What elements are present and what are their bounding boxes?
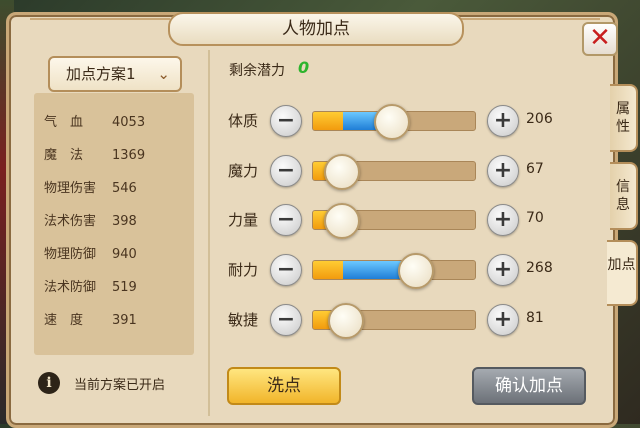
column-divider (208, 50, 210, 416)
stat-row: 物理伤害 546 (44, 177, 137, 196)
plan-status-text: 当前方案已开启 (74, 378, 166, 393)
stat-value: 391 (112, 313, 137, 328)
plan-status-bar: i 当前方案已开启 (34, 368, 204, 400)
slider-handle[interactable] (398, 253, 434, 289)
attribute-value: 67 (526, 161, 544, 177)
stat-label: 物理伤害 (44, 181, 97, 196)
plus-button[interactable]: + (487, 155, 519, 187)
close-icon[interactable]: ✕ (589, 23, 611, 53)
attribute-name: 魔力 (228, 162, 259, 180)
slider-fill-base (313, 112, 343, 130)
stat-value: 398 (112, 214, 137, 229)
stat-row: 魔 法 1369 (44, 144, 145, 163)
attribute-value: 81 (526, 310, 544, 326)
title-ornament-right (460, 18, 600, 30)
stat-label: 气 血 (44, 115, 84, 130)
minus-button[interactable]: − (270, 155, 302, 187)
tab-attributes[interactable]: 属性 (610, 84, 638, 152)
slider-handle[interactable] (374, 104, 410, 140)
slider-handle[interactable] (324, 154, 360, 190)
attribute-value: 268 (526, 260, 553, 276)
stat-label: 法术伤害 (44, 214, 97, 229)
stats-panel: 气 血 4053 魔 法 1369 物理伤害 546 法术伤害 398 物理防御 940 … (34, 93, 194, 355)
stat-value: 4053 (112, 115, 146, 130)
attribute-name: 力量 (228, 211, 259, 229)
plus-button[interactable]: + (487, 254, 519, 286)
stat-value: 519 (112, 280, 137, 295)
stat-row: 物理防御 940 (44, 243, 137, 262)
attribute-name: 敏捷 (228, 311, 259, 329)
reset-points-button[interactable]: 洗点 (227, 367, 341, 405)
remaining-points-label: 剩余潜力 (229, 63, 285, 79)
attribute-value: 70 (526, 210, 544, 226)
minus-button[interactable]: − (270, 304, 302, 336)
stat-label: 物理防御 (44, 247, 97, 262)
attribute-value: 206 (526, 111, 553, 127)
stat-row: 法术伤害 398 (44, 210, 137, 229)
stat-value: 1369 (112, 148, 146, 163)
plus-button[interactable]: + (487, 304, 519, 336)
stat-row: 气 血 4053 (44, 111, 145, 130)
attribute-name: 耐力 (228, 261, 259, 279)
tab-info[interactable]: 信息 (610, 162, 638, 230)
minus-button[interactable]: − (270, 254, 302, 286)
attribute-name: 体质 (228, 112, 259, 130)
plus-button[interactable]: + (487, 105, 519, 137)
stat-label: 魔 法 (44, 148, 84, 163)
stat-label: 法术防御 (44, 280, 97, 295)
close-button[interactable]: ✕ (582, 22, 618, 56)
slider-fill-base (313, 261, 343, 279)
window-title: 人物加点 (168, 12, 464, 46)
chevron-down-icon: ⌄ (157, 65, 170, 83)
title-ornament-left (30, 18, 170, 30)
slider-handle[interactable] (324, 203, 360, 239)
info-icon[interactable]: i (38, 372, 60, 394)
minus-button[interactable]: − (270, 105, 302, 137)
plus-button[interactable]: + (487, 204, 519, 236)
stat-row: 法术防御 519 (44, 276, 137, 295)
stat-label: 速 度 (44, 313, 84, 328)
slider-handle[interactable] (328, 303, 364, 339)
stat-row: 速 度 391 (44, 309, 137, 328)
remaining-points-value: 0 (298, 58, 310, 77)
minus-button[interactable]: − (270, 204, 302, 236)
attribute-slider-track[interactable] (312, 260, 476, 280)
stat-value: 546 (112, 181, 137, 196)
plan-dropdown-label: 加点方案1 (66, 65, 136, 83)
confirm-points-button[interactable]: 确认加点 (472, 367, 586, 405)
tab-add-points[interactable]: 加点 (607, 240, 638, 306)
stat-value: 940 (112, 247, 137, 262)
plan-dropdown[interactable]: 加点方案1 ⌄ (48, 56, 182, 92)
